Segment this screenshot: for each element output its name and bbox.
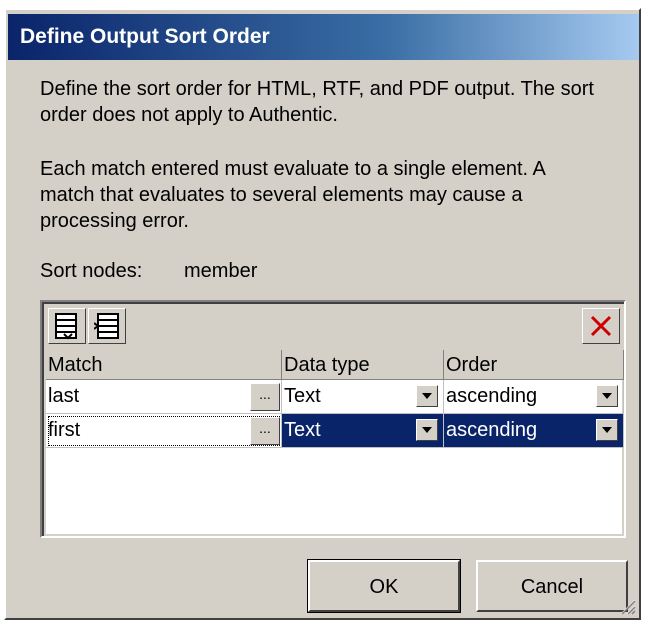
insert-row-button[interactable] [88,308,126,344]
chevron-down-icon [422,393,432,399]
table-row[interactable]: last ... Text ascending [46,380,624,414]
chevron-down-icon [602,393,612,399]
append-row-icon [55,313,77,340]
sort-nodes-value: member [184,260,258,282]
chevron-down-icon [602,427,612,433]
column-header-order[interactable]: Order [444,350,624,380]
delete-row-button[interactable] [582,308,620,344]
sort-grid: Match Data type Order last ... Text asce… [40,300,626,538]
sort-nodes-label: Sort nodes: [40,260,143,282]
cancel-button[interactable]: Cancel [476,560,628,612]
delete-row-icon [590,315,612,337]
resize-grip-icon[interactable] [617,596,637,616]
column-header-data-type[interactable]: Data type [282,350,444,380]
sort-table: Match Data type Order last ... Text asce… [46,350,624,534]
order-dropdown-button[interactable] [596,385,618,407]
match-browse-button[interactable]: ... [250,417,280,445]
append-row-button[interactable] [48,308,86,344]
chevron-down-icon [422,427,432,433]
data-type-dropdown-button[interactable] [416,385,438,407]
dialog-title: Define Output Sort Order [8,14,639,60]
insert-row-icon [94,313,119,339]
order-dropdown-button[interactable] [596,419,618,441]
description-text-1: Define the sort order for HTML, RTF, and… [40,78,594,126]
table-row[interactable]: first ... Text ascending [46,414,624,448]
description-text-2: Each match entered must evaluate to a si… [40,158,545,232]
match-cell[interactable]: last [46,380,282,414]
data-type-dropdown-button[interactable] [416,419,438,441]
sort-order-dialog: Define Output Sort Order Define the sort… [4,8,641,620]
match-browse-button[interactable]: ... [250,383,280,411]
match-cell[interactable]: first [46,414,282,448]
grid-toolbar [46,306,624,346]
ok-button[interactable]: OK [307,559,461,613]
column-header-match[interactable]: Match [46,350,282,380]
